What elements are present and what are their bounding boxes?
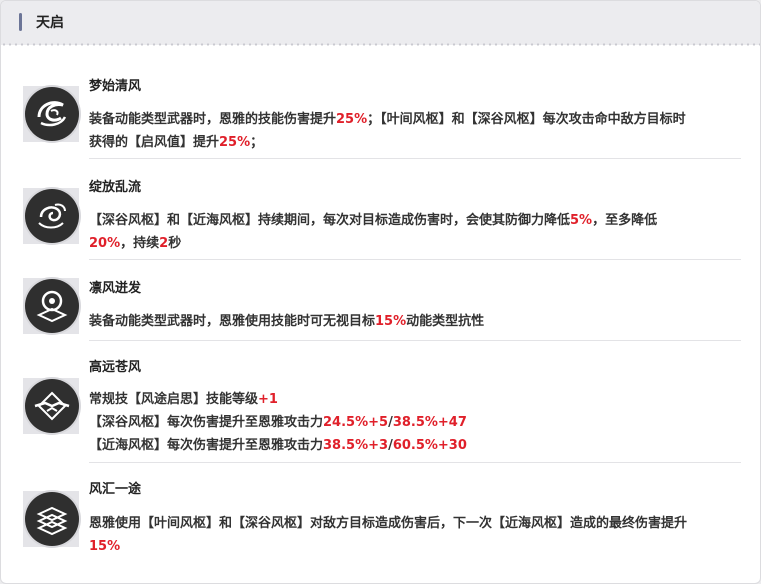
row-divider	[89, 158, 741, 159]
description-text: 【深谷风枢】每次伤害提升至恩雅攻击力	[89, 415, 324, 430]
description-line: 装备动能类型武器时，恩雅使用技能时可无视目标15%动能类型抗性	[89, 310, 741, 333]
talent-description: 装备动能类型武器时，恩雅使用技能时可无视目标15%动能类型抗性	[89, 310, 741, 333]
description-line: 获得的【启风值】提升25%；	[89, 131, 741, 154]
description-text: 【近海风枢】每次伤害提升至恩雅攻击力	[89, 438, 324, 453]
talent-description: 恩雅使用【叶间风枢】和【深谷风枢】对敌方目标造成伤害后，下一次【近海风枢】造成的…	[89, 512, 741, 558]
header-accent-bar	[19, 13, 22, 31]
description-text: 秒	[168, 236, 182, 251]
highlight-value: +1	[258, 392, 278, 407]
highlight-value: 2	[159, 236, 169, 251]
description-text: ，持续	[120, 236, 160, 251]
highlight-value: 15%	[89, 539, 121, 554]
description-text: ，至多降低	[592, 213, 658, 228]
description-line: 常规技【风途启思】技能等级+1	[89, 388, 741, 411]
description-text: 装备动能类型武器时，恩雅的技能伤害提升	[89, 112, 337, 127]
talent-name: 风汇一途	[89, 482, 142, 497]
description-line: 【深谷风枢】和【近海风枢】持续期间，每次对目标造成伤害时，会使其防御力降低5%，…	[89, 209, 741, 232]
talent-name: 绽放乱流	[89, 180, 142, 195]
panel-title: 天启	[36, 15, 64, 31]
talent-description: 【深谷风枢】和【近海风枢】持续期间，每次对目标造成伤害时，会使其防御力降低5%，…	[89, 209, 741, 255]
talent-name: 梦始清风	[89, 79, 142, 94]
highlight-value: 38.5%+3	[323, 438, 389, 453]
description-line: 15%	[89, 535, 741, 558]
highlight-value: 25%	[219, 135, 251, 150]
layered-wind-emblem-icon	[25, 492, 79, 546]
description-line: 装备动能类型武器时，恩雅的技能伤害提升25%；【叶间风枢】和【深谷风枢】每次攻击…	[89, 108, 741, 131]
row-divider	[89, 462, 741, 463]
talent-name: 凛风迸发	[89, 281, 142, 296]
description-text: 恩雅使用【叶间风枢】和【深谷风枢】对敌方目标造成伤害后，下一次【近海风枢】造成的…	[89, 516, 688, 531]
description-text: 常规技【风途启思】技能等级	[89, 392, 259, 407]
row-divider	[89, 259, 741, 260]
highlight-value: 5%	[570, 213, 593, 228]
description-line: 【近海风枢】每次伤害提升至恩雅攻击力38.5%+3/60.5%+30	[89, 434, 741, 457]
talent-panel: 天启 梦始清风 装备动能类型武器时，恩雅的技能伤害提升25%；【叶间风枢】和【深…	[0, 0, 761, 584]
swirl-emblem-icon	[25, 87, 79, 141]
highlight-value: 20%	[89, 236, 121, 251]
orb-emblem-icon	[25, 279, 79, 333]
description-line: 【深谷风枢】每次伤害提升至恩雅攻击力24.5%+5/38.5%+47	[89, 411, 741, 434]
talent-description: 常规技【风途启思】技能等级+1 【深谷风枢】每次伤害提升至恩雅攻击力24.5%+5…	[89, 388, 741, 457]
highlight-value: 25%	[336, 112, 368, 127]
row-divider	[89, 340, 741, 341]
talent-description: 装备动能类型武器时，恩雅的技能伤害提升25%；【叶间风枢】和【深谷风枢】每次攻击…	[89, 108, 741, 154]
description-line: 20%，持续2秒	[89, 232, 741, 255]
description-text: 装备动能类型武器时，恩雅使用技能时可无视目标	[89, 314, 376, 329]
description-line: 恩雅使用【叶间风枢】和【深谷风枢】对敌方目标造成伤害后，下一次【近海风枢】造成的…	[89, 512, 741, 535]
panel-header: 天启	[1, 1, 760, 45]
spiral-emblem-icon	[25, 189, 79, 243]
description-text: 【深谷风枢】和【近海风枢】持续期间，每次对目标造成伤害时，会使其防御力降低	[89, 213, 571, 228]
description-text: ；【叶间风枢】和【深谷风枢】每次攻击命中敌方目标时	[367, 112, 686, 127]
highlight-value: 60.5%+30	[392, 438, 467, 453]
highlight-value: 24.5%+5	[323, 415, 389, 430]
description-text: 获得的【启风值】提升	[89, 135, 220, 150]
talent-name: 高远苍风	[89, 360, 142, 375]
description-text: ；	[250, 135, 264, 150]
highlight-value: 38.5%+47	[392, 415, 467, 430]
header-divider	[1, 43, 760, 46]
description-text: 动能类型抗性	[406, 314, 485, 329]
wing-emblem-icon	[25, 379, 79, 433]
highlight-value: 15%	[375, 314, 407, 329]
